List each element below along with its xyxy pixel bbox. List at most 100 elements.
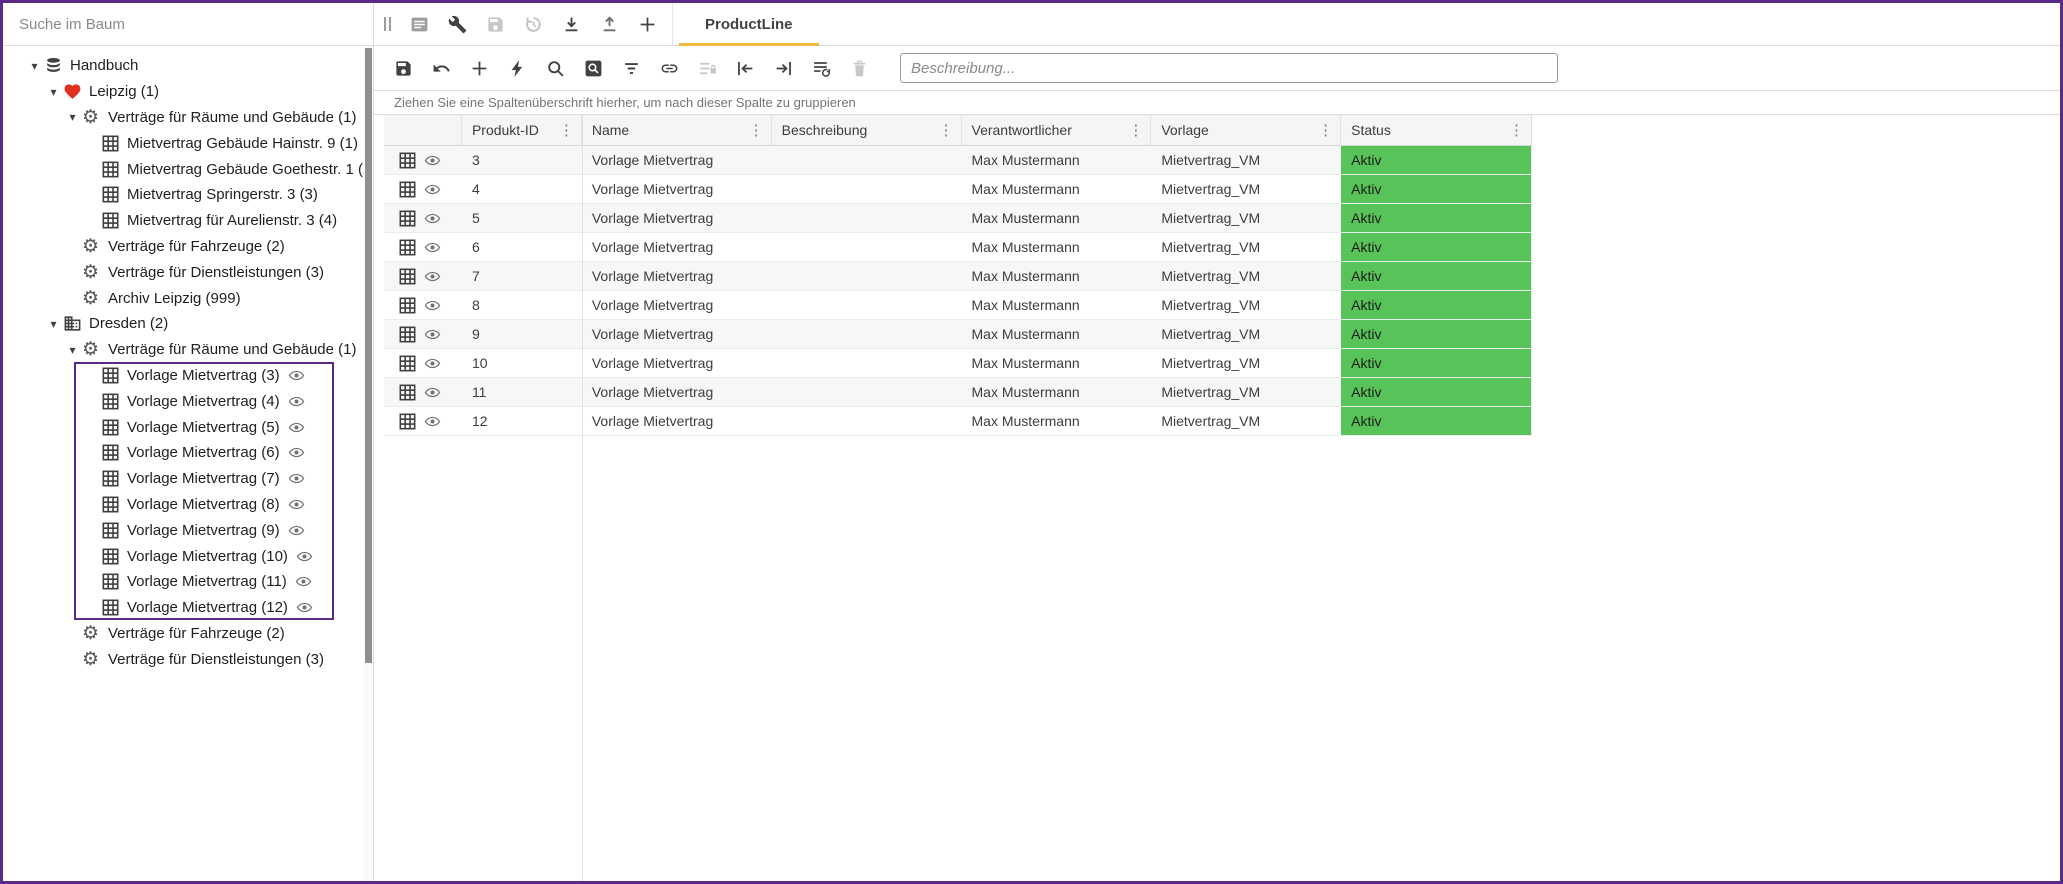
link-button[interactable] <box>650 48 688 88</box>
column-header-label: Status <box>1351 122 1391 138</box>
expander-icon[interactable]: ▾ <box>63 110 82 124</box>
save-button-disabled[interactable] <box>476 4 514 44</box>
gear-icon: ⚙ <box>82 650 106 669</box>
tree-item[interactable]: ▾Handbuch <box>3 53 373 79</box>
column-menu-icon[interactable]: ⋮ <box>746 121 767 139</box>
tree-item[interactable]: Vorlage Mietvertrag (11) <box>3 569 373 595</box>
tree-item[interactable]: Vorlage Mietvertrag (8) <box>3 492 373 518</box>
table-row[interactable]: 4Vorlage MietvertragMax MustermannMietve… <box>384 175 1532 204</box>
indent-increase-button[interactable] <box>764 48 802 88</box>
description-input[interactable] <box>900 53 1558 83</box>
tree-scrollbar[interactable] <box>364 46 373 881</box>
tree-item[interactable]: Vorlage Mietvertrag (5) <box>3 414 373 440</box>
tree-item[interactable]: Vorlage Mietvertrag (7) <box>3 466 373 492</box>
cell-id: 8 <box>462 291 582 319</box>
delete-button-disabled[interactable] <box>840 48 878 88</box>
table-row[interactable]: 12Vorlage MietvertragMax MustermannMietv… <box>384 407 1532 436</box>
table-row[interactable]: 3Vorlage MietvertragMax MustermannMietve… <box>384 146 1532 175</box>
splitter-handle[interactable] <box>384 17 391 31</box>
tree-item[interactable]: Mietvertrag für Aurelienstr. 3 (4) <box>3 208 373 234</box>
cell-vorlage: Mietvertrag_VM <box>1151 233 1341 261</box>
table-row[interactable]: 7Vorlage MietvertragMax MustermannMietve… <box>384 262 1532 291</box>
toolbar-divider <box>672 3 673 45</box>
tree-item[interactable]: Vorlage Mietvertrag (6) <box>3 440 373 466</box>
column-header[interactable]: Status ⋮ <box>1341 115 1531 145</box>
group-by-bar[interactable]: Ziehen Sie eine Spaltenüberschrift hierh… <box>374 91 2060 115</box>
expander-icon[interactable]: ▾ <box>44 85 63 99</box>
tab-productline[interactable]: ProductLine <box>679 3 819 46</box>
cell-beschreibung <box>772 320 962 348</box>
tree-item[interactable]: ▾Leipzig (1) <box>3 79 373 105</box>
tree-item[interactable]: ⚙Verträge für Dienstleistungen (3) <box>3 259 373 285</box>
list-panel-icon <box>410 15 429 34</box>
tree-item[interactable]: Mietvertrag Gebäude Goethestr. 1 (2) <box>3 156 373 182</box>
table-row[interactable]: 11Vorlage MietvertragMax MustermannMietv… <box>384 378 1532 407</box>
tree-item-label: Archiv Leipzig (999) <box>108 290 241 307</box>
eye-icon <box>288 367 305 384</box>
table-row[interactable]: 10Vorlage MietvertragMax MustermannMietv… <box>384 349 1532 378</box>
undo-icon <box>432 59 451 78</box>
column-menu-icon[interactable]: ⋮ <box>936 121 957 139</box>
tree-item[interactable]: ⚙Archiv Leipzig (999) <box>3 285 373 311</box>
column-header[interactable]: Name⋮ <box>582 115 772 145</box>
tree-item[interactable]: ▾⚙Verträge für Räume und Gebäude (1) <box>3 337 373 363</box>
column-menu-icon[interactable]: ⋮ <box>1125 121 1146 139</box>
cell-name: Vorlage Mietvertrag <box>582 349 772 377</box>
cell-name: Vorlage Mietvertrag <box>582 291 772 319</box>
column-header[interactable]: Produkt-ID⋮ <box>462 115 582 145</box>
table-row[interactable]: 6Vorlage MietvertragMax MustermannMietve… <box>384 233 1532 262</box>
undo-button[interactable] <box>422 48 460 88</box>
eye-icon <box>295 573 312 590</box>
expander-icon[interactable]: ▾ <box>63 343 82 357</box>
tree-item[interactable]: Vorlage Mietvertrag (4) <box>3 388 373 414</box>
column-menu-icon[interactable]: ⋮ <box>1315 121 1336 139</box>
freeze-columns-button-disabled[interactable] <box>688 48 726 88</box>
tree-item[interactable]: ▾Dresden (2) <box>3 311 373 337</box>
tree-search-input[interactable] <box>19 16 357 33</box>
table-row[interactable]: 8Vorlage MietvertragMax MustermannMietve… <box>384 291 1532 320</box>
cell-beschreibung <box>772 146 962 174</box>
tree-item-label: Vorlage Mietvertrag (5) <box>127 419 280 436</box>
column-header[interactable]: Beschreibung⋮ <box>772 115 962 145</box>
tree-item[interactable]: Vorlage Mietvertrag (3) <box>3 363 373 389</box>
add-tab-button[interactable] <box>628 4 666 44</box>
eye-icon <box>424 152 441 169</box>
column-menu-icon[interactable]: ⋮ <box>1506 121 1527 139</box>
column-header[interactable]: Vorlage⋮ <box>1151 115 1341 145</box>
execute-button[interactable] <box>498 48 536 88</box>
expander-icon[interactable]: ▾ <box>44 317 63 331</box>
table-row[interactable]: 5Vorlage MietvertragMax MustermannMietve… <box>384 204 1532 233</box>
list-panel-button[interactable] <box>400 4 438 44</box>
tree-item[interactable]: Vorlage Mietvertrag (9) <box>3 517 373 543</box>
tree-item[interactable]: Mietvertrag Gebäude Hainstr. 9 (1) <box>3 130 373 156</box>
table-row[interactable]: 9Vorlage MietvertragMax MustermannMietve… <box>384 320 1532 349</box>
indent-decrease-button[interactable] <box>726 48 764 88</box>
tree-item[interactable]: Mietvertrag Springerstr. 3 (3) <box>3 182 373 208</box>
tree-item[interactable]: ▾⚙Verträge für Räume und Gebäude (1) <box>3 105 373 131</box>
save-button[interactable] <box>384 48 422 88</box>
tree-item-label: Vorlage Mietvertrag (10) <box>127 548 288 565</box>
upload-button[interactable] <box>590 4 628 44</box>
scrollbar-thumb[interactable] <box>365 48 372 663</box>
cell-vorlage: Mietvertrag_VM <box>1151 146 1341 174</box>
tree-item[interactable]: ⚙Verträge für Dienstleistungen (3) <box>3 646 373 672</box>
search-in-grid-button[interactable] <box>574 48 612 88</box>
eye-icon <box>424 413 441 430</box>
column-menu-icon[interactable]: ⋮ <box>556 121 577 139</box>
refresh-rows-button[interactable] <box>802 48 840 88</box>
column-header-icons <box>384 115 462 145</box>
search-button[interactable] <box>536 48 574 88</box>
row-icons-cell <box>384 204 462 232</box>
tree-item[interactable]: ⚙Verträge für Fahrzeuge (2) <box>3 234 373 260</box>
tree-item[interactable]: ⚙Verträge für Fahrzeuge (2) <box>3 621 373 647</box>
download-button[interactable] <box>552 4 590 44</box>
tree-item[interactable]: Vorlage Mietvertrag (10) <box>3 543 373 569</box>
tools-button[interactable] <box>438 4 476 44</box>
tree-item[interactable]: Vorlage Mietvertrag (12) <box>3 595 373 621</box>
expander-icon[interactable]: ▾ <box>25 59 44 73</box>
column-header[interactable]: Verantwortlicher⋮ <box>962 115 1152 145</box>
filter-button[interactable] <box>612 48 650 88</box>
tree-item-label: Verträge für Räume und Gebäude (1) <box>108 109 356 126</box>
history-button-disabled[interactable] <box>514 4 552 44</box>
add-row-button[interactable] <box>460 48 498 88</box>
